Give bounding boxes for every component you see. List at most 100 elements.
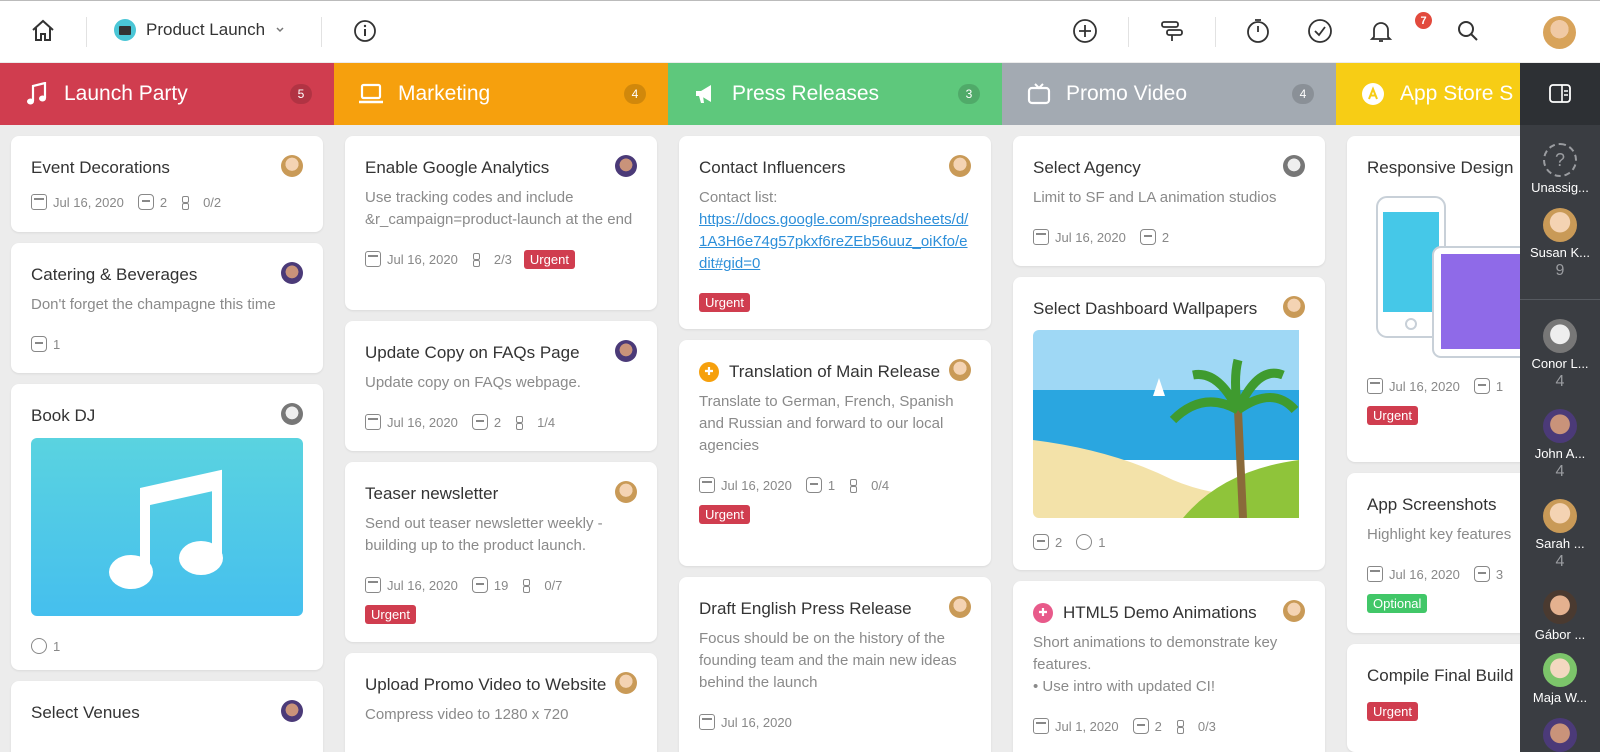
assignee-unassigned[interactable]: ? Unassig...: [1520, 143, 1600, 195]
assignee-item[interactable]: Sarah ... 4: [1520, 499, 1600, 571]
assignee-avatar[interactable]: [1283, 296, 1305, 318]
task-card[interactable]: ✚ HTML5 Demo Animations Short animations …: [1013, 581, 1325, 752]
checklist-progress: 0/2: [203, 194, 222, 210]
task-card[interactable]: Book DJ 1: [11, 384, 323, 670]
urgent-tag[interactable]: Urgent: [1367, 406, 1419, 425]
card-title: Responsive Design: [1367, 158, 1514, 177]
urgent-tag[interactable]: Urgent: [1367, 702, 1419, 721]
spreadsheet-link[interactable]: https://docs.google.com/spreadsheets/d/1…: [699, 211, 968, 272]
task-card[interactable]: Event Decorations Jul 16, 2020 2 0/2: [11, 136, 323, 232]
comment-icon: [1473, 378, 1490, 394]
checklist-progress: 0/3: [1197, 718, 1216, 734]
column-count: 5: [290, 84, 312, 104]
calendar-icon: [1367, 566, 1383, 582]
assignee-avatar[interactable]: [281, 155, 303, 177]
due-date: Jul 16, 2020: [387, 414, 458, 430]
card-title: App Screenshots: [1367, 495, 1497, 514]
card-meta: Jul 16, 2020 3: [1367, 564, 1520, 584]
checklist-progress: 0/4: [871, 477, 890, 493]
check-circle-icon[interactable]: [1306, 17, 1334, 45]
urgent-tag[interactable]: Urgent: [699, 293, 751, 312]
column-header[interactable]: Launch Party 5: [0, 63, 334, 125]
card-cover-image[interactable]: [1367, 192, 1520, 362]
assignee-avatar[interactable]: [949, 359, 971, 381]
task-card[interactable]: Teaser newsletter Send out teaser newsle…: [345, 462, 657, 642]
divider: [86, 17, 87, 47]
optional-tag[interactable]: Optional: [1367, 594, 1428, 613]
assignee-avatar[interactable]: [615, 672, 637, 694]
task-card[interactable]: Update Copy on FAQs Page Update copy on …: [345, 321, 657, 451]
card-cover-image[interactable]: [1033, 330, 1305, 518]
assignee-avatar[interactable]: [615, 481, 637, 503]
info-icon[interactable]: [351, 17, 379, 45]
card-description: Use tracking codes and include &r_campai…: [365, 189, 633, 228]
home-icon[interactable]: [29, 17, 57, 45]
column-header[interactable]: App Store S: [1336, 63, 1520, 125]
card-description: Compress video to 1280 x 720: [365, 706, 569, 723]
assignee-name: Sarah ...: [1535, 536, 1585, 551]
urgent-tag[interactable]: Urgent: [523, 249, 575, 269]
comment-count: 19: [493, 577, 509, 593]
card-link[interactable]: https://docs.google.com/spreadsheets/d/1…: [699, 209, 971, 275]
timer-icon[interactable]: [1244, 17, 1272, 45]
task-card[interactable]: Compile Final Build Urgent: [1347, 644, 1520, 752]
task-card[interactable]: Select Dashboard Wallpapers 2 1: [1013, 277, 1325, 570]
assignee-avatar[interactable]: [949, 155, 971, 177]
assignee-avatar[interactable]: [281, 700, 303, 722]
comment-icon: [805, 477, 822, 493]
task-card[interactable]: ✚ Translation of Main Release Translate t…: [679, 340, 991, 566]
task-card[interactable]: Select Venues: [11, 681, 323, 752]
task-card[interactable]: Responsive Design Jul 16, 2020 1 Urgent: [1347, 136, 1520, 462]
task-card[interactable]: App Screenshots Highlight key features J…: [1347, 473, 1520, 633]
card-meta: Jul 16, 2020 2 1/4: [365, 412, 637, 432]
assignee-item[interactable]: Susan K... 9: [1520, 208, 1600, 280]
column-header[interactable]: Press Releases 3: [668, 63, 1002, 125]
assignee-item[interactable]: Conor L... 4: [1520, 319, 1600, 391]
assignee-item[interactable]: John A... 4: [1520, 409, 1600, 481]
timeline-icon[interactable]: [1158, 17, 1186, 45]
urgent-tag[interactable]: Urgent: [699, 505, 751, 524]
avatar: [1543, 499, 1577, 533]
column-app-store: App Store S Responsive Design Jul 16, 20…: [1336, 63, 1520, 752]
attachment-count: 1: [53, 638, 61, 654]
search-icon[interactable]: [1454, 17, 1482, 45]
kanban-board: Launch Party 5 Event Decorations Jul 16,…: [0, 63, 1520, 752]
assignee-avatar[interactable]: [615, 155, 637, 177]
project-name: Product Launch: [146, 20, 266, 39]
task-card[interactable]: Contact Influencers Contact list: https:…: [679, 136, 991, 329]
task-card[interactable]: Upload Promo Video to Website Compress v…: [345, 653, 657, 752]
column-header[interactable]: Marketing 4: [334, 63, 668, 125]
assignee-avatar[interactable]: [1283, 155, 1305, 177]
task-card[interactable]: Draft English Press Release Focus should…: [679, 577, 991, 752]
assignee-item[interactable]: [1520, 718, 1600, 752]
card-cover-image[interactable]: [31, 438, 303, 616]
card-description: Focus should be on the history of the fo…: [699, 630, 957, 691]
add-icon[interactable]: [1071, 17, 1099, 45]
music-note-icon: [24, 81, 50, 107]
panel-toggle-icon: [1549, 84, 1571, 103]
app-store-icon: [1360, 81, 1386, 107]
assignee-count: 4: [1555, 553, 1565, 570]
assignee-avatar[interactable]: [281, 403, 303, 425]
assignee-avatar[interactable]: [949, 596, 971, 618]
project-selector[interactable]: Product Launch: [114, 19, 285, 41]
task-card[interactable]: Select Agency Limit to SF and LA animati…: [1013, 136, 1325, 266]
column-header[interactable]: Promo Video 4: [1002, 63, 1336, 125]
assignee-item[interactable]: Maja W...: [1520, 653, 1600, 705]
assignee-item[interactable]: Gábor ...: [1520, 590, 1600, 642]
comment-count: 1: [53, 336, 61, 352]
card-title: HTML5 Demo Animations: [1063, 603, 1257, 622]
task-card[interactable]: Enable Google Analytics Use tracking cod…: [345, 136, 657, 310]
assignee-avatar[interactable]: [1283, 600, 1305, 622]
sidebar-toggle[interactable]: [1520, 63, 1600, 125]
assignee-avatar[interactable]: [615, 340, 637, 362]
assignee-avatar[interactable]: [281, 262, 303, 284]
checklist-icon: [849, 477, 865, 493]
column-press-releases: Press Releases 3 Contact Influencers Con…: [668, 63, 1002, 752]
task-card[interactable]: Catering & Beverages Don't forget the ch…: [11, 243, 323, 373]
user-avatar[interactable]: [1543, 16, 1576, 49]
urgent-tag[interactable]: Urgent: [365, 605, 417, 624]
assignee-name: Maja W...: [1532, 690, 1588, 705]
card-meta: Jul 16, 2020 2 0/2: [31, 192, 303, 212]
bell-icon[interactable]: [1367, 17, 1395, 45]
